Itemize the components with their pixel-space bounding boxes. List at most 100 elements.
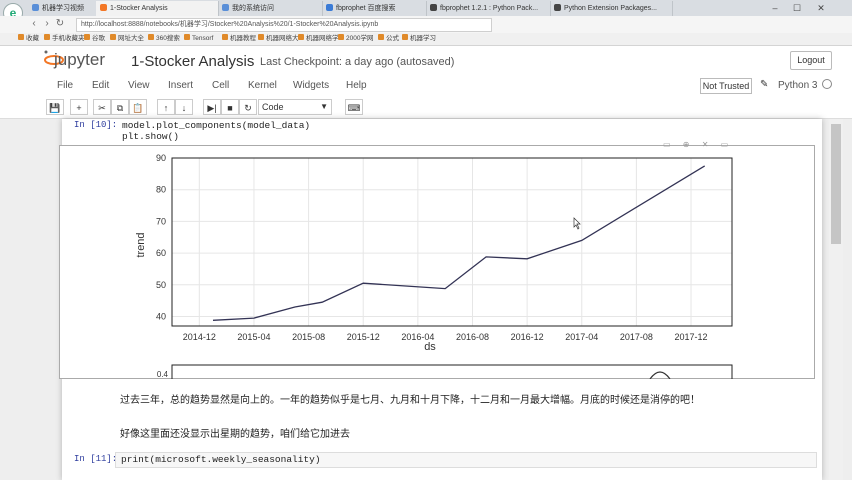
y-tick-label: 90 [156,153,166,163]
logout-button[interactable]: Logout [790,51,832,70]
menu-help[interactable]: Help [346,80,367,91]
checkpoint-status: Last Checkpoint: a day ago (autosaved) [260,56,455,68]
scrollbar-thumb[interactable] [831,124,841,244]
tab-favicon-icon [326,4,333,11]
trend-chart: 40 50 60 70 80 90 2014-12 2015-04 2015-08 2015-1… [135,153,733,353]
bookmark-item[interactable]: 机器网络大 [258,34,299,44]
chart-grid [172,157,732,326]
bookmark-item[interactable]: 机器教程 [222,34,256,44]
forward-icon[interactable]: › [41,17,53,31]
paste-icon[interactable]: 📋 [129,99,147,115]
y-tick-label: 40 [156,311,166,321]
bookmark-icon [258,34,264,40]
notebook-name[interactable]: 1-Stocker Analysis [131,53,254,70]
bookmark-item[interactable]: 谷歌 [84,34,105,44]
bookmark-icon [378,34,384,40]
bookmark-item[interactable]: 机器学习 [402,34,436,44]
y-tick-label: 0.4 [157,370,169,379]
x-tick-label: 2015-04 [237,332,270,342]
bookmark-item[interactable]: 2000学网 [338,34,373,44]
browser-tab-active[interactable]: 1-Stocker Analysis [96,1,219,16]
menu-cell[interactable]: Cell [212,80,229,91]
bookmark-icon [110,34,116,40]
move-up-icon[interactable]: ↑ [157,99,175,115]
browser-tab[interactable]: 我的系统访问 [218,1,323,16]
tab-favicon-icon [554,4,561,11]
tab-favicon-icon [222,4,229,11]
figure-toolbar-icons[interactable]: ▭ ⊕ ✕ ▭ [663,140,733,149]
restart-icon[interactable]: ↻ [239,99,257,115]
browser-tab[interactable]: Python Extension Packages... [550,1,673,16]
bookmark-icon [338,34,344,40]
minimize-icon[interactable]: – [764,0,786,16]
bookmark-item[interactable]: 机器网络学 [298,34,339,44]
bookmark-icon [222,34,228,40]
y-axis: 40 50 60 70 80 90 [156,153,166,321]
maximize-icon[interactable]: ☐ [786,0,808,16]
jupyter-logo[interactable]: jupyter [40,47,128,71]
x-axis-label: ds [424,341,436,353]
back-icon[interactable]: ‹ [28,17,40,31]
jupyter-favicon-icon [100,4,107,11]
bookmark-icon [44,34,50,40]
keyboard-icon[interactable]: ⌨ [345,99,363,115]
bookmark-item[interactable]: Tensorf [184,34,213,44]
cell-prompt: In [11]: [74,454,118,464]
tab-favicon-icon [32,4,39,11]
save-icon[interactable]: 💾 [46,99,64,115]
bookmark-item[interactable]: 公式 [378,34,399,44]
seasonality-chart-partial: 0.4 [157,364,733,379]
bookmark-icon [84,34,90,40]
close-icon[interactable]: ✕ [810,0,832,16]
y-tick-label: 50 [156,280,166,290]
trusted-indicator[interactable]: Not Trusted [700,78,752,94]
menu-widgets[interactable]: Widgets [293,80,329,91]
chevron-down-icon: ▼ [320,102,328,111]
y-axis-label: trend [135,232,147,257]
menu-view[interactable]: View [128,80,150,91]
seasonality-series-line [649,371,671,379]
cell-type-select[interactable]: Code ▼ [258,99,332,115]
bookmark-icon [402,34,408,40]
x-tick-label: 2015-08 [292,332,325,342]
reload-icon[interactable]: ↻ [54,17,66,31]
menu-edit[interactable]: Edit [92,80,109,91]
move-down-icon[interactable]: ↓ [175,99,193,115]
bookmark-item[interactable]: 收藏 [18,34,39,44]
cell-prompt: In [10]: [74,120,118,130]
x-tick-label: 2017-08 [620,332,653,342]
plot-frame [171,364,733,379]
bookmark-icon [18,34,24,40]
insert-cell-icon[interactable]: + [70,99,88,115]
x-tick-label: 2016-08 [456,332,489,342]
code-line[interactable]: print(microsoft.weekly_seasonality) [121,454,321,465]
kernel-name: Python 3 [778,80,818,91]
markdown-cell: 过去三年，总的趋势显然是向上的。一年的趋势似乎是七月、九月和十月下降，十二月和一… [120,395,700,406]
code-line[interactable]: model.plot_components(model_data) [122,120,310,131]
y-tick-label: 70 [156,216,166,226]
bookmark-item[interactable]: 360搜索 [148,34,180,44]
tab-favicon-icon [430,4,437,11]
bookmark-item[interactable]: 手机收藏夹 [44,34,85,44]
x-tick-label: 2014-12 [183,332,216,342]
menu-kernel[interactable]: Kernel [248,80,277,91]
jupyter-logo-text: jupyter [53,50,105,69]
url-input[interactable]: http://localhost:8888/notebooks/机器学习/Sto… [76,18,492,32]
mouse-cursor-icon [573,217,581,230]
edit-mode-icon: ✎ [760,79,769,90]
bookmark-item[interactable]: 网址大全 [110,34,144,44]
code-line[interactable]: plt.show() [122,131,179,142]
run-icon[interactable]: ▶| [203,99,221,115]
copy-icon[interactable]: ⧉ [111,99,129,115]
menu-file[interactable]: File [57,80,73,91]
browser-tab[interactable]: fbprophet 百度搜索 [322,1,427,16]
menu-insert[interactable]: Insert [168,80,193,91]
trend-series-line [212,165,706,321]
bookmark-icon [184,34,190,40]
browser-tab[interactable]: 机器学习视频 [28,1,99,16]
x-tick-label: 2017-12 [675,332,708,342]
stop-icon[interactable]: ■ [221,99,239,115]
browser-tab[interactable]: fbprophet 1.2.1 : Python Pack... [426,1,551,16]
cut-icon[interactable]: ✂ [93,99,111,115]
markdown-cell: 好像这里面还没显示出星期的趋势，咱们给它加进去 [120,429,350,440]
